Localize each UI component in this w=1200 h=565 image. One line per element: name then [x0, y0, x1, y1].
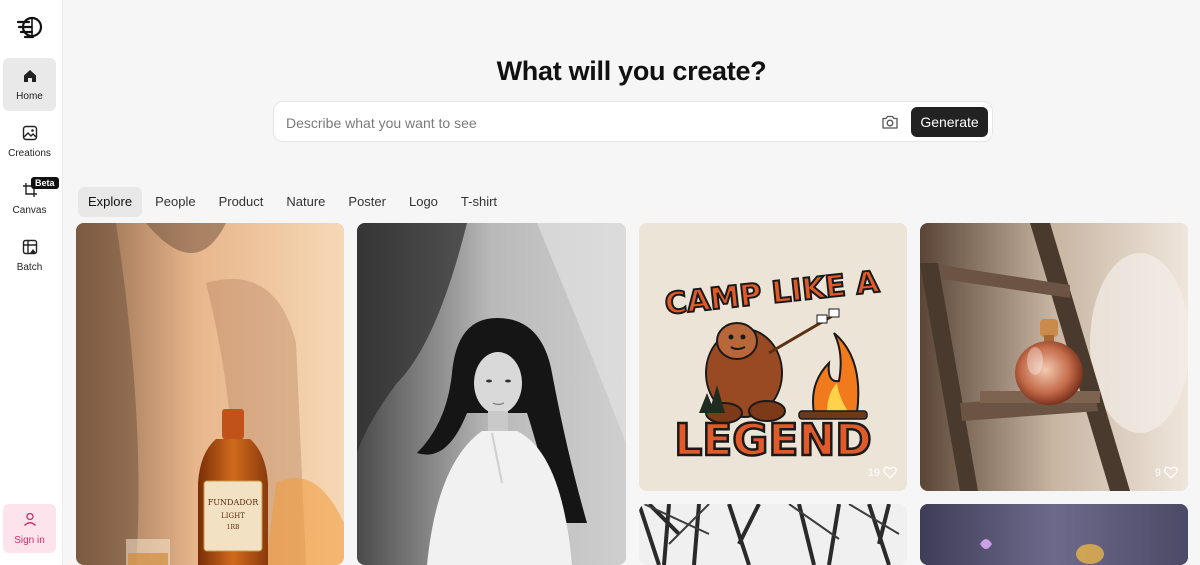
category-tabs: Explore People Product Nature Poster Log…	[78, 187, 510, 217]
camp-legend-image: CAMP LIKE A LEGEND	[639, 223, 907, 491]
home-icon	[21, 67, 39, 85]
sidebar-item-label: Creations	[8, 148, 51, 159]
gallery-card[interactable]: 9	[920, 223, 1188, 491]
like-count[interactable]: 9	[1155, 466, 1178, 479]
beta-badge: Beta	[31, 177, 59, 189]
gallery-card[interactable]	[639, 504, 907, 565]
bottle-image: FUNDADOR LIGHT 1RB	[76, 223, 344, 565]
gallery-card[interactable]	[920, 504, 1188, 565]
tab-nature[interactable]: Nature	[276, 187, 335, 217]
tab-product[interactable]: Product	[209, 187, 274, 217]
tab-poster[interactable]: Poster	[338, 187, 396, 217]
design-text-bottom: LEGEND	[674, 415, 872, 466]
tab-people[interactable]: People	[145, 187, 205, 217]
heart-icon	[1164, 466, 1178, 479]
gallery-card[interactable]: CAMP LIKE A LEGEND 19	[639, 223, 907, 491]
sidebar-item-home[interactable]: Home	[3, 58, 56, 111]
gallery-card[interactable]	[357, 223, 626, 565]
sidebar: Home Creations Canvas Beta Batch Sign in	[0, 0, 63, 565]
heart-icon	[883, 466, 897, 479]
flowers-image	[920, 504, 1188, 565]
bottle-label-brand: FUNDADOR	[208, 498, 259, 507]
sidebar-item-batch[interactable]: Batch	[3, 229, 56, 282]
prompt-bar: Generate	[273, 101, 993, 142]
image-icon	[21, 124, 39, 142]
generate-button[interactable]: Generate	[911, 107, 988, 137]
prompt-input[interactable]	[286, 112, 866, 134]
sidebar-item-creations[interactable]: Creations	[3, 115, 56, 168]
tab-explore[interactable]: Explore	[78, 187, 143, 217]
like-count-value: 19	[867, 466, 880, 479]
tab-logo[interactable]: Logo	[399, 187, 448, 217]
like-count-value: 9	[1154, 466, 1161, 479]
camera-icon[interactable]	[881, 113, 899, 131]
logo-icon[interactable]	[16, 14, 44, 42]
sign-in-button[interactable]: Sign in	[3, 504, 56, 553]
gallery-card[interactable]: FUNDADOR LIGHT 1RB	[76, 223, 344, 565]
user-icon	[23, 512, 37, 531]
sidebar-item-label: Batch	[16, 262, 43, 273]
batch-icon	[21, 238, 39, 256]
perfume-image	[920, 223, 1188, 491]
sidebar-item-label: Canvas	[12, 205, 47, 216]
sign-in-label: Sign in	[14, 534, 45, 546]
page-title: What will you create?	[496, 56, 767, 86]
bottle-label-line2: LIGHT	[221, 512, 245, 520]
like-count[interactable]: 19	[868, 466, 897, 479]
sidebar-item-label: Home	[16, 91, 43, 102]
portrait-image	[357, 223, 626, 565]
bottle-label-line3: 1RB	[227, 524, 240, 531]
trees-image	[639, 504, 907, 565]
tab-tshirt[interactable]: T-shirt	[451, 187, 507, 217]
